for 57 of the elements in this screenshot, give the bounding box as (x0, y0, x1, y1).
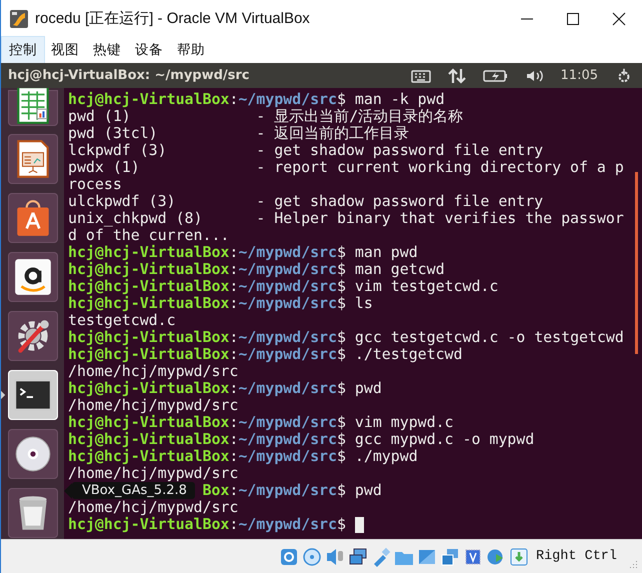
prompt-line: hcj@hcj-VirtualBox:~/mypwd/src$ man -k pwd (68, 91, 445, 108)
hdd-icon[interactable] (278, 546, 299, 566)
menu-item[interactable]: 视图 (44, 37, 86, 63)
window-title: rocedu [正在运行] - Oracle VM VirtualBox (35, 9, 310, 28)
prompt-line: Box:~/mypwd/src$ pwd (202, 482, 382, 499)
launcher-item[interactable] (8, 90, 58, 126)
prompt-line: hcj@hcj-VirtualBox:~/mypwd/src$ gcc testgetcwd.c -o testgetcwd (68, 329, 624, 346)
output-line: /home/hcj/mypwd/src (68, 397, 238, 414)
output-line: /home/hcj/mypwd/src (68, 499, 238, 516)
output-line: /home/hcj/mypwd/src (68, 465, 238, 482)
prompt-line: hcj@hcj-VirtualBox:~/mypwd/src$ ./testgetcwd (68, 346, 462, 363)
prompt-line: hcj@hcj-VirtualBox:~/mypwd/src$ vim mypwd.c (68, 414, 454, 431)
volume-icon[interactable] (524, 68, 545, 84)
prompt-line: hcj@hcj-VirtualBox:~/mypwd/src$ pwd (68, 380, 382, 397)
output-line: testgetcwd.c (68, 312, 176, 329)
output-line: lckpwdf (3) - get shadow password file entry (68, 142, 544, 159)
download-icon[interactable] (508, 546, 529, 566)
resize-grip-icon[interactable] (628, 559, 638, 569)
prompt-line: hcj@hcj-VirtualBox:~/mypwd/src$ man pwd (68, 244, 418, 261)
panel-title: hcj@hcj-VirtualBox: ~/mypwd/src (7, 68, 250, 83)
host-key-label: Right Ctrl (536, 549, 617, 564)
launcher-item[interactable] (8, 134, 58, 184)
launcher-item[interactable] (8, 193, 58, 243)
output-line: d of the curren... (68, 227, 230, 244)
prompt-line: hcj@hcj-VirtualBox:~/mypwd/src$ man getcwd (68, 261, 445, 278)
output-line: unix_chkpwd (8) - Helper binary that verifies the passwor (68, 210, 624, 227)
app-icon (9, 8, 29, 28)
prompt-line: hcj@hcj-VirtualBox:~/mypwd/src$ vim testgetcwd.c (68, 278, 498, 295)
launcher-item[interactable] (8, 311, 58, 361)
launcher-item[interactable] (8, 429, 58, 479)
launcher-item[interactable] (8, 252, 58, 302)
prompt-line: hcj@hcj-VirtualBox:~/mypwd/src$ ./mypwd (68, 448, 418, 465)
output-line: rocess (68, 176, 122, 193)
prompt-line: hcj@hcj-VirtualBox:~/mypwd/src$ gcc mypwd.c -o mypwd (68, 431, 534, 448)
keyboard-icon[interactable] (410, 68, 431, 84)
battery-icon[interactable] (482, 68, 509, 84)
tooltip-pointer-icon (64, 482, 72, 498)
menu-item[interactable]: 热键 (86, 37, 128, 63)
scrollbar[interactable] (635, 172, 638, 354)
output-line: /home/hcj/mypwd/src (68, 363, 238, 380)
launcher-item[interactable] (8, 488, 58, 538)
output-line: pwd (1) - 显示出当前/活动目录的名称 (68, 108, 464, 125)
clock[interactable]: 11:05 (560, 68, 598, 83)
menu-item[interactable]: 设备 (128, 37, 170, 63)
text-cursor (354, 516, 364, 532)
windows-icon[interactable] (440, 546, 460, 566)
cd-icon[interactable] (302, 546, 322, 566)
menu-item[interactable]: 帮助 (170, 37, 212, 63)
output-line: ulckpwdf (3) - get shadow password file entry (68, 193, 544, 210)
prompt-line: hcj@hcj-VirtualBox:~/mypwd/src$ (68, 516, 347, 533)
transfer-arrows-icon[interactable] (446, 68, 467, 84)
output-line: pwdx (1) - report current working directory of a p (68, 159, 624, 176)
prompt-line: hcj@hcj-VirtualBox:~/mypwd/src$ ls (68, 295, 373, 312)
network-icon[interactable] (348, 546, 368, 566)
menu-item[interactable]: 控制 (2, 37, 44, 63)
launcher-item[interactable] (8, 370, 58, 420)
output-line: pwd (3tcl) - 返回当前的工作目录 (68, 125, 410, 142)
